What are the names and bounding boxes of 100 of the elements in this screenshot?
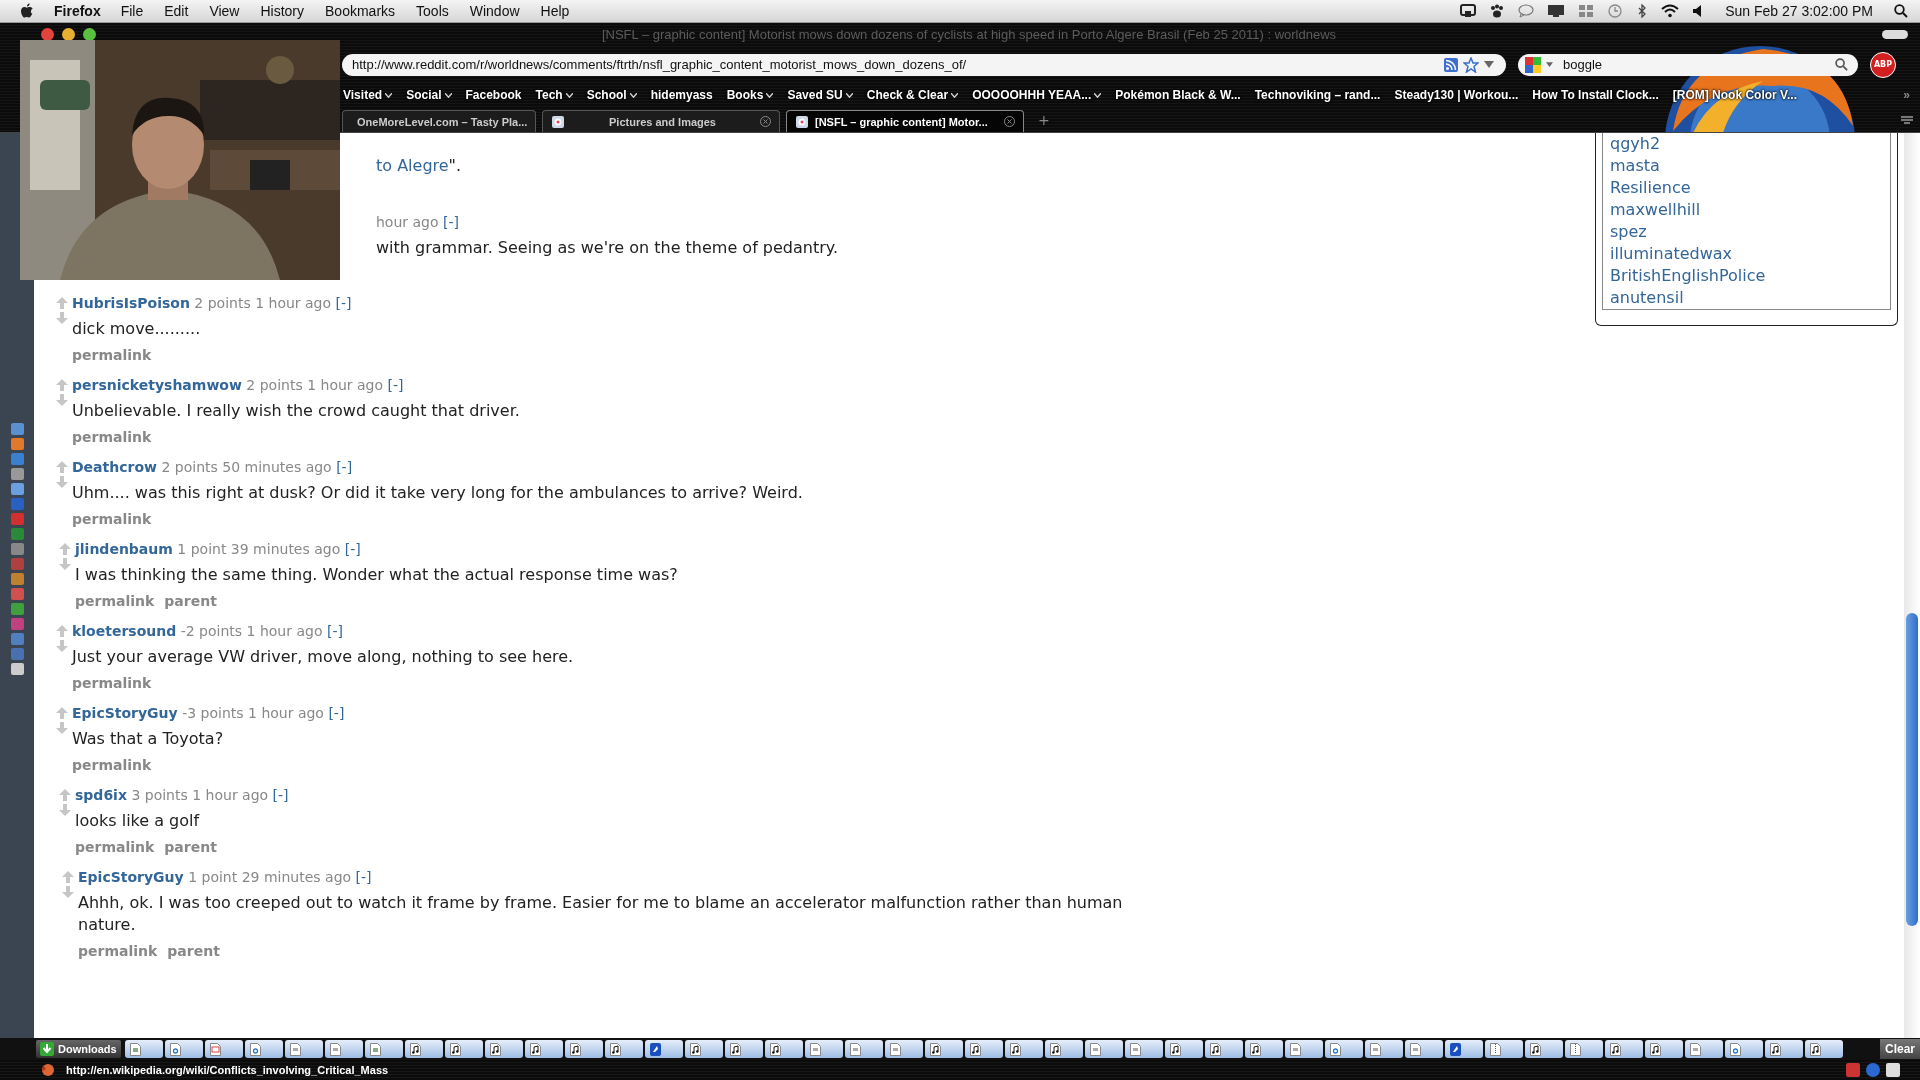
username-link[interactable]: BritishEnglishPolice [1610, 265, 1890, 287]
download-item[interactable] [1604, 1040, 1643, 1058]
menu-item[interactable]: File [120, 3, 144, 19]
download-item[interactable] [1084, 1040, 1123, 1058]
bookmark-item[interactable]: Pokémon Black & W... [1115, 88, 1241, 103]
download-item[interactable] [1764, 1040, 1803, 1058]
collapse-link[interactable]: [-] [336, 459, 353, 475]
collapse-link[interactable]: [-] [443, 214, 459, 230]
username-link[interactable]: illuminatedwax [1610, 243, 1890, 265]
adblock-button[interactable]: ABP [1870, 51, 1896, 78]
wifi-icon[interactable] [1661, 4, 1680, 18]
menu-item[interactable]: Tools [416, 3, 449, 19]
menu-item[interactable]: Window [469, 3, 520, 19]
google-logo-icon[interactable] [1524, 55, 1542, 74]
username-link[interactable]: HubrisIsPoison [72, 295, 190, 311]
app-icon[interactable] [10, 543, 24, 555]
browser-tab[interactable]: [NSFL – graphic content] Motor... [786, 110, 1024, 132]
bookmark-item[interactable]: Saved SU [787, 88, 853, 103]
download-item[interactable] [1644, 1040, 1683, 1058]
download-item[interactable] [644, 1040, 683, 1058]
username-link[interactable]: Deathcrow [72, 459, 157, 475]
comment-link[interactable]: permalink [78, 938, 158, 964]
download-item[interactable] [1404, 1040, 1443, 1058]
menu-item[interactable]: Edit [164, 3, 189, 19]
menu-item[interactable]: Help [540, 3, 570, 19]
download-item[interactable] [444, 1040, 483, 1058]
download-item[interactable] [484, 1040, 523, 1058]
collapse-link[interactable]: [-] [326, 623, 343, 639]
addon-icon[interactable] [1866, 1063, 1880, 1077]
download-item[interactable] [1004, 1040, 1043, 1058]
apple-logo-icon[interactable] [20, 3, 34, 19]
username-link[interactable]: maxwellhill [1610, 199, 1890, 221]
username-link[interactable]: Resilience [1610, 177, 1890, 199]
scrollbar-thumb[interactable] [1906, 613, 1918, 926]
download-item[interactable] [1044, 1040, 1083, 1058]
comment-link[interactable]: permalink [72, 670, 152, 696]
download-item[interactable] [1804, 1040, 1843, 1058]
username-link[interactable]: EpicStoryGuy [72, 705, 178, 721]
username-link[interactable]: spez [1610, 221, 1890, 243]
bookmark-item[interactable]: OOOOOHHH YEAA... [972, 88, 1102, 103]
collapse-link[interactable]: [-] [387, 377, 404, 393]
search-field[interactable]: boggle [1518, 53, 1858, 76]
scrollbar[interactable] [1904, 133, 1920, 1038]
download-item[interactable] [404, 1040, 443, 1058]
download-item[interactable] [804, 1040, 843, 1058]
collapse-link[interactable]: [-] [272, 787, 289, 803]
app-icon[interactable] [10, 423, 24, 435]
download-item[interactable] [1324, 1040, 1363, 1058]
download-item[interactable] [1124, 1040, 1163, 1058]
bookmark-item[interactable]: Books [726, 88, 774, 103]
download-item[interactable] [724, 1040, 763, 1058]
bookmark-item[interactable]: Steady130 | Workou... [1394, 88, 1519, 103]
collapse-link[interactable]: [-] [328, 705, 345, 721]
tab-list-icon[interactable] [1900, 114, 1914, 127]
search-icon[interactable] [1835, 58, 1848, 72]
download-item[interactable] [1364, 1040, 1403, 1058]
download-item[interactable] [684, 1040, 723, 1058]
bookmark-item[interactable]: How To Install Clock... [1532, 88, 1659, 103]
comment-link[interactable]: parent [164, 588, 217, 614]
bookmark-item[interactable]: Check & Clear [866, 88, 959, 103]
download-item[interactable] [924, 1040, 963, 1058]
app-icon[interactable] [10, 468, 24, 480]
bookmarks-overflow-button[interactable]: » [1903, 88, 1910, 103]
bookmark-item[interactable]: School [586, 88, 637, 103]
close-icon[interactable] [1004, 116, 1015, 127]
menubar-clock[interactable]: Sun Feb 27 3:02:00 PM [1725, 3, 1873, 19]
download-item[interactable] [1244, 1040, 1283, 1058]
download-item[interactable] [964, 1040, 1003, 1058]
bookmark-item[interactable]: Technoviking – rand... [1254, 88, 1381, 103]
menu-item[interactable]: View [209, 3, 240, 19]
comment-link[interactable]: permalink [72, 506, 152, 532]
username-link[interactable]: jlindenbaum [75, 541, 173, 557]
app-icon[interactable] [10, 483, 24, 495]
text-link[interactable]: to Alegre [376, 156, 449, 175]
clock-icon[interactable] [1607, 4, 1624, 18]
download-item[interactable] [564, 1040, 603, 1058]
username-link[interactable]: qgyh2 [1610, 133, 1890, 155]
collapse-link[interactable]: [-] [344, 541, 361, 557]
download-item[interactable] [1684, 1040, 1723, 1058]
chat-bubble-icon[interactable] [1518, 4, 1535, 18]
app-menu[interactable]: Firefox [54, 3, 101, 19]
app-icon[interactable] [10, 663, 24, 675]
address-bar[interactable]: http://www.reddit.com/r/worldnews/comments/ftrth/nsfl_graphic_content_motorist_mows_down_dozens_of/ [342, 53, 1506, 76]
bookmark-item[interactable]: Facebook [465, 88, 522, 103]
username-link[interactable]: kloetersound [72, 623, 177, 639]
monitor-icon[interactable] [1547, 4, 1566, 18]
comment-link[interactable]: permalink [75, 834, 155, 860]
menu-item[interactable]: Bookmarks [325, 3, 396, 19]
star-icon[interactable] [1463, 56, 1479, 73]
comment-link[interactable]: permalink [75, 588, 155, 614]
new-tab-button[interactable]: + [1038, 112, 1050, 129]
download-item[interactable] [124, 1040, 163, 1058]
app-icon[interactable] [10, 573, 24, 585]
comment-link[interactable]: parent [167, 938, 220, 964]
app-icon[interactable] [10, 438, 24, 450]
username-link[interactable]: persnicketyshamwow [72, 377, 242, 393]
volume-icon[interactable] [1692, 4, 1703, 18]
rss-feed-icon[interactable] [1444, 57, 1458, 72]
download-item[interactable] [1164, 1040, 1203, 1058]
bookmark-item[interactable]: Tech [535, 88, 573, 103]
